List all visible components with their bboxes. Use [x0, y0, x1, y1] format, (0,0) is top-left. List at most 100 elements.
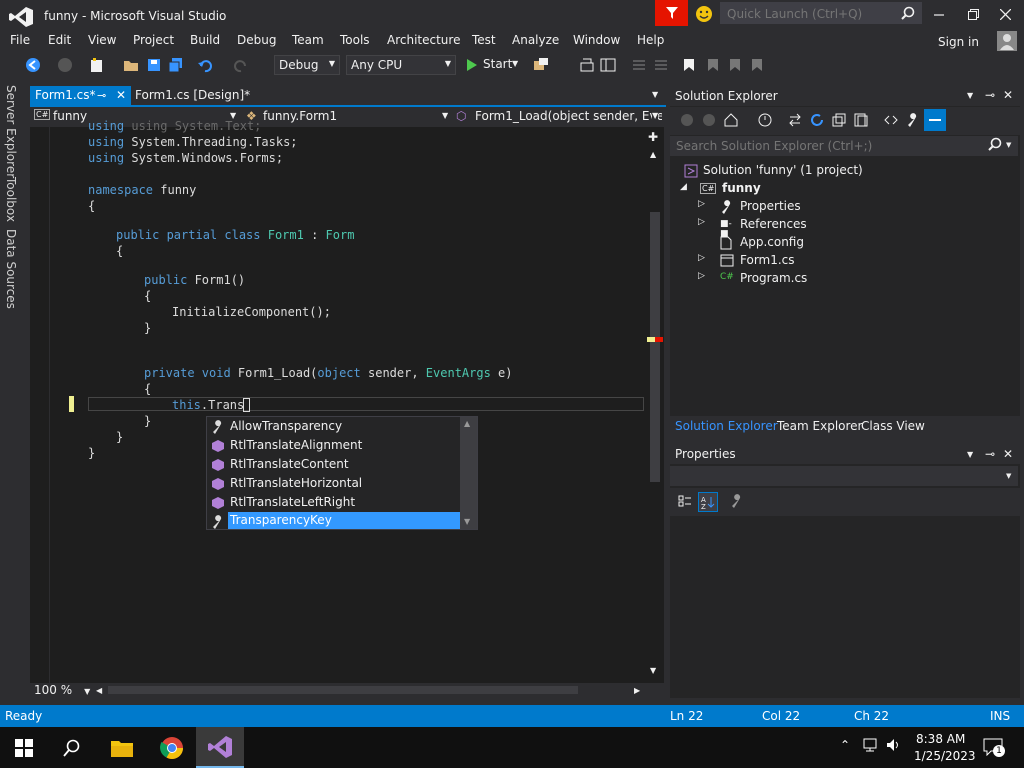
clock-date[interactable]: 1/25/2023 — [914, 749, 976, 763]
refresh-icon[interactable] — [808, 111, 826, 129]
menu-architecture[interactable]: Architecture — [387, 33, 460, 47]
start-button[interactable]: Start — [483, 57, 512, 71]
browser-link-icon[interactable] — [532, 56, 550, 74]
menu-project[interactable]: Project — [133, 33, 174, 47]
back-icon[interactable] — [678, 111, 696, 129]
scroll-up-icon[interactable]: ▲ — [464, 419, 470, 428]
menu-analyze[interactable]: Analyze — [512, 33, 559, 47]
pin-icon[interactable]: ⊸ — [985, 447, 995, 461]
server-explorer-tab[interactable]: Server Explorer — [4, 85, 18, 178]
expanded-arrow-icon[interactable]: ◢ — [680, 182, 687, 192]
close-window-button[interactable] — [993, 4, 1017, 24]
network-icon[interactable] — [863, 738, 879, 752]
pin-icon[interactable]: ⊸ — [985, 88, 995, 102]
code-line-current[interactable]: this.Trans — [172, 398, 244, 412]
completion-item[interactable]: AllowTransparency — [207, 417, 463, 436]
data-sources-tab[interactable]: Data Sources — [4, 229, 18, 309]
properties-wrench-icon[interactable] — [904, 111, 922, 129]
tab-class-view[interactable]: Class View — [861, 419, 925, 433]
menu-team[interactable]: Team — [292, 33, 324, 47]
solution-search-box[interactable]: ▼ — [670, 136, 1018, 156]
navigate-back-icon[interactable] — [24, 56, 42, 74]
menu-window[interactable]: Window — [573, 33, 620, 47]
completion-item[interactable]: RtlTranslateHorizontal — [207, 474, 463, 493]
bookmark-icon[interactable] — [680, 56, 698, 74]
collapsed-arrow-icon[interactable]: ▷ — [698, 217, 705, 227]
menu-edit[interactable]: Edit — [48, 33, 71, 47]
scroll-up-icon[interactable]: ▲ — [650, 150, 656, 159]
menu-build[interactable]: Build — [190, 33, 220, 47]
completion-item[interactable]: RtlTranslateContent — [207, 455, 463, 474]
completion-item[interactable]: RtlTranslateLeftRight — [207, 493, 463, 512]
property-pages-wrench-icon[interactable] — [728, 492, 746, 510]
collapsed-arrow-icon[interactable]: ▷ — [698, 271, 705, 281]
intellisense-popup[interactable]: AllowTransparency RtlTranslateAlignment … — [206, 416, 478, 530]
chevron-down-icon[interactable]: ▼ — [512, 59, 518, 68]
close-icon[interactable]: ✕ — [1003, 88, 1013, 102]
scroll-right-icon[interactable]: ▶ — [634, 686, 640, 695]
chevron-down-icon[interactable]: ▼ — [1006, 141, 1011, 149]
pin-icon[interactable]: ⊸ — [97, 89, 106, 102]
search-icon[interactable] — [988, 137, 1002, 151]
scroll-left-icon[interactable]: ◀ — [96, 686, 102, 695]
new-project-icon[interactable] — [88, 56, 106, 74]
restore-button[interactable] — [961, 4, 985, 24]
play-icon[interactable] — [466, 58, 478, 72]
volume-icon[interactable] — [886, 738, 902, 752]
menu-tools[interactable]: Tools — [340, 33, 370, 47]
save-icon[interactable] — [145, 56, 163, 74]
undo-icon[interactable] — [196, 56, 214, 74]
menu-debug[interactable]: Debug — [237, 33, 276, 47]
horizontal-scroll-thumb[interactable] — [108, 686, 578, 694]
tray-chevron-up-icon[interactable]: ⌃ — [840, 738, 850, 752]
sync-icon[interactable] — [786, 111, 804, 129]
uncomment-icon[interactable] — [652, 56, 670, 74]
bookmark-prev-icon[interactable] — [704, 56, 722, 74]
tab-team-explorer[interactable]: Team Explorer — [777, 419, 863, 433]
close-icon[interactable]: ✕ — [1003, 447, 1013, 461]
collapsed-arrow-icon[interactable]: ▷ — [698, 253, 705, 263]
menu-file[interactable]: File — [10, 33, 30, 47]
toolbox-tab[interactable]: Toolbox — [4, 177, 18, 222]
properties-object-dropdown[interactable]: ▼ — [670, 466, 1018, 486]
minimize-button[interactable] — [927, 4, 951, 24]
scroll-down-icon[interactable]: ▼ — [650, 666, 656, 675]
search-icon[interactable] — [901, 6, 915, 20]
member-nav-dropdown[interactable]: ⬡ Form1_Load(object sender, Even ▼ — [456, 109, 662, 125]
split-icon[interactable]: ✚ — [648, 130, 658, 144]
collapsed-arrow-icon[interactable]: ▷ — [698, 199, 705, 209]
feedback-smiley-button[interactable] — [693, 3, 715, 25]
search-button[interactable] — [48, 727, 96, 768]
show-all-files-icon[interactable] — [852, 111, 870, 129]
menu-test[interactable]: Test — [472, 33, 496, 47]
tab-list-chevron-icon[interactable]: ▼ — [652, 90, 658, 99]
menu-view[interactable]: View — [88, 33, 116, 47]
alphabetical-icon[interactable]: AZ — [698, 492, 718, 512]
layout-icon[interactable] — [599, 56, 617, 74]
popup-scrollbar[interactable]: ▲ ▼ — [460, 417, 477, 529]
step-icon[interactable] — [578, 56, 596, 74]
file-explorer-button[interactable] — [98, 727, 146, 768]
zoom-level-dropdown[interactable]: 100 % ▼ — [34, 683, 90, 697]
comment-icon[interactable] — [630, 56, 648, 74]
clock-time[interactable]: 8:38 AM — [916, 732, 965, 746]
scroll-down-icon[interactable]: ▼ — [464, 517, 470, 526]
save-all-icon[interactable] — [167, 56, 185, 74]
tab-form1-design[interactable]: Form1.cs [Design]* — [135, 88, 250, 102]
view-code-icon[interactable] — [882, 111, 900, 129]
navigate-forward-icon[interactable] — [56, 56, 74, 74]
bookmark-clear-icon[interactable] — [748, 56, 766, 74]
notification-center-button[interactable]: 1 — [983, 738, 1005, 757]
home-icon[interactable] — [722, 111, 740, 129]
chevron-down-icon[interactable]: ▼ — [967, 91, 973, 100]
chrome-button[interactable] — [148, 727, 196, 768]
class-nav-dropdown[interactable]: ❖ funny.Form1 ▼ — [246, 109, 450, 125]
completion-item[interactable]: RtlTranslateAlignment — [207, 436, 463, 455]
visual-studio-logo-icon[interactable] — [8, 6, 34, 28]
tab-form1-cs[interactable]: Form1.cs* ⊸ ✕ — [30, 86, 131, 106]
close-tab-icon[interactable]: ✕ — [116, 88, 126, 102]
account-icon[interactable] — [997, 31, 1017, 51]
redo-icon[interactable] — [232, 56, 250, 74]
pending-changes-icon[interactable] — [756, 111, 774, 129]
visual-studio-taskbar-button[interactable] — [196, 727, 244, 768]
